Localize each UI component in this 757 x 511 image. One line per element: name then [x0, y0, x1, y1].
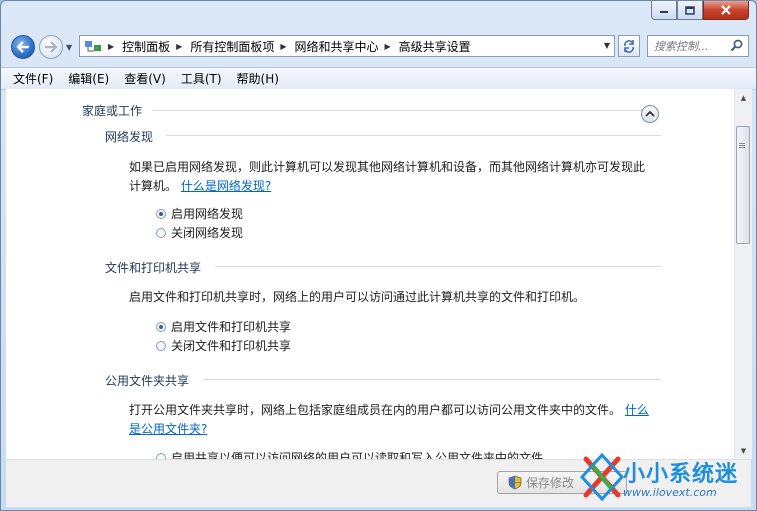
scroll-up-icon[interactable]: ▲	[735, 89, 752, 106]
forward-button[interactable]	[39, 35, 63, 59]
breadcrumb-separator-icon[interactable]: ▶	[108, 42, 114, 51]
section-divider	[215, 266, 661, 267]
search-input[interactable]	[654, 37, 730, 55]
explorer-window: ▼ ▶ 控制面板 ▶ 所有控制面板项 ▶ 网络和共享中心 ▶ 高级共享设置 ▼	[0, 0, 757, 511]
watermark-url: www.ilovext.com	[623, 486, 717, 499]
menu-help[interactable]: 帮助(H)	[237, 70, 279, 87]
radio-enable-public-sharing[interactable]: 启用共享以便可以访问网络的用户可以读取和写入公用文件夹中的文件	[156, 449, 543, 459]
minimize-button[interactable]	[651, 1, 677, 20]
public-help-link-cont[interactable]: 是公用文件夹?	[129, 422, 207, 436]
menu-bar: 文件(F) 编辑(E) 查看(V) 工具(T) 帮助(H)	[1, 67, 756, 90]
caption-buttons	[651, 1, 749, 20]
menu-tools[interactable]: 工具(T)	[181, 70, 222, 87]
breadcrumb-separator-icon[interactable]: ▶	[385, 42, 391, 51]
address-bar[interactable]: ▶ 控制面板 ▶ 所有控制面板项 ▶ 网络和共享中心 ▶ 高级共享设置 ▼	[79, 35, 615, 57]
breadcrumb-advanced-sharing[interactable]: 高级共享设置	[399, 38, 471, 55]
vertical-scrollbar[interactable]: ▲ ▼	[734, 89, 752, 459]
breadcrumb-separator-icon[interactable]: ▶	[176, 42, 182, 51]
site-watermark: 小小系统迷 www.ilovext.com	[580, 450, 757, 511]
breadcrumb-network-center[interactable]: 网络和共享中心	[295, 38, 379, 55]
forward-arrow-icon	[45, 41, 58, 53]
scroll-grip-icon	[739, 143, 745, 144]
group-divider	[152, 110, 642, 111]
section-divider	[166, 135, 661, 136]
radio-label: 启用文件和打印机共享	[171, 320, 292, 334]
radio-disable-discovery[interactable]: 关闭网络发现	[156, 224, 243, 241]
navigation-row: ▼ ▶ 控制面板 ▶ 所有控制面板项 ▶ 网络和共享中心 ▶ 高级共享设置 ▼	[1, 34, 756, 62]
uac-shield-icon	[508, 475, 522, 490]
radio-enable-printer-sharing[interactable]: 启用文件和打印机共享	[156, 318, 291, 335]
radio-disable-printer-sharing[interactable]: 关闭文件和打印机共享	[156, 337, 291, 354]
back-arrow-icon	[16, 41, 29, 53]
collapse-button[interactable]	[641, 105, 659, 123]
chevron-up-icon	[645, 110, 655, 117]
back-button[interactable]	[11, 35, 35, 59]
history-dropdown-icon[interactable]: ▼	[66, 43, 75, 52]
save-button-label: 保存修改	[526, 476, 575, 490]
public-help-link[interactable]: 什么	[625, 403, 649, 417]
radio-selected-icon[interactable]	[156, 208, 166, 219]
group-title: 家庭或工作	[82, 104, 143, 118]
section-title-public: 公用文件夹共享	[105, 374, 190, 388]
refresh-button[interactable]	[618, 35, 640, 57]
radio-label: 关闭文件和打印机共享	[171, 339, 292, 353]
printer-description: 启用文件和打印机共享时，网络上的用户可以访问通过此计算机共享的文件和打印机。	[129, 290, 586, 304]
section-title-discovery: 网络发现	[105, 130, 154, 144]
radio-unselected-icon[interactable]	[156, 340, 166, 351]
maximize-button[interactable]	[677, 1, 703, 20]
radio-label: 启用共享以便可以访问网络的用户可以读取和写入公用文件夹中的文件	[171, 451, 544, 459]
address-dropdown-icon[interactable]: ▼	[604, 41, 610, 50]
radio-label: 启用网络发现	[171, 207, 244, 221]
radio-unselected-icon[interactable]	[156, 227, 166, 238]
section-divider	[203, 379, 661, 380]
section-title-printer: 文件和打印机共享	[105, 261, 202, 275]
logo-mark-icon	[580, 453, 624, 502]
menu-file[interactable]: 文件(F)	[13, 70, 53, 87]
breadcrumb-separator-icon[interactable]: ▶	[280, 42, 286, 51]
search-icon[interactable]	[730, 39, 743, 52]
network-icon	[85, 41, 101, 52]
public-description: 打开公用文件夹共享时，网络上包括家庭组成员在内的用户都可以访问公用文件夹中的文件…	[129, 401, 654, 439]
radio-enable-discovery[interactable]: 启用网络发现	[156, 205, 243, 222]
breadcrumb: ▶ 控制面板 ▶ 所有控制面板项 ▶ 网络和共享中心 ▶ 高级共享设置	[102, 38, 471, 55]
maximize-icon	[685, 5, 695, 15]
breadcrumb-control-panel[interactable]: 控制面板	[122, 38, 170, 55]
search-box[interactable]	[647, 35, 749, 57]
close-icon	[721, 5, 731, 15]
breadcrumb-all-items[interactable]: 所有控制面板项	[190, 38, 274, 55]
menu-view[interactable]: 查看(V)	[124, 70, 166, 87]
menu-edit[interactable]: 编辑(E)	[68, 70, 109, 87]
close-button[interactable]	[703, 1, 749, 20]
radio-selected-icon[interactable]	[156, 321, 166, 332]
settings-content: 家庭或工作 网络发现 如果已启用网络发现，则此计算机可以发现其他网络计算机和设备…	[6, 89, 734, 459]
public-description-text: 打开公用文件夹共享时，网络上包括家庭组成员在内的用户都可以访问公用文件夹中的文件…	[129, 403, 622, 417]
refresh-icon	[624, 40, 634, 53]
watermark-title: 小小系统迷	[623, 462, 739, 487]
radio-label: 关闭网络发现	[171, 226, 244, 240]
discovery-help-link[interactable]: 什么是网络发现?	[181, 179, 271, 193]
minimize-icon	[660, 11, 668, 13]
discovery-description: 如果已启用网络发现，则此计算机可以发现其他网络计算机和设备，而其他网络计算机亦可…	[129, 158, 654, 196]
group-header[interactable]: 家庭或工作	[82, 102, 642, 119]
